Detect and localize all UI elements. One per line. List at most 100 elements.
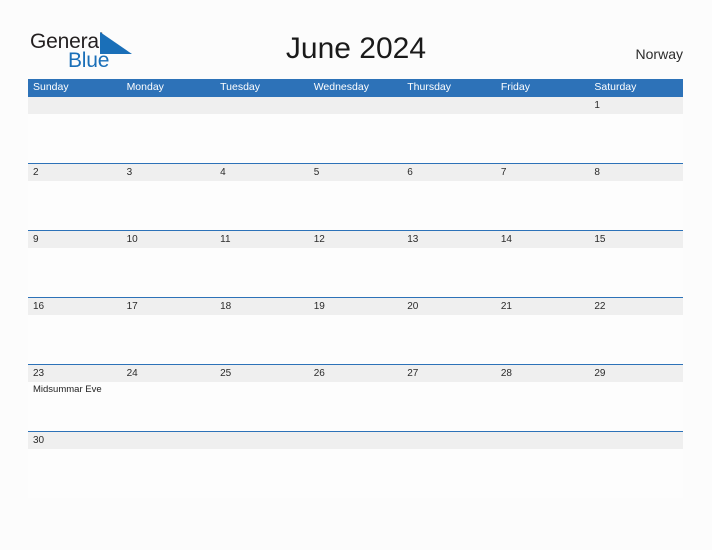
day-events[interactable] xyxy=(122,449,216,497)
day-number[interactable]: 4 xyxy=(215,164,309,181)
day-events[interactable] xyxy=(589,248,683,296)
day-number[interactable]: 7 xyxy=(496,164,590,181)
day-number[interactable]: 8 xyxy=(589,164,683,181)
day-events[interactable] xyxy=(589,449,683,497)
day-number[interactable]: 22 xyxy=(589,298,683,315)
day-events[interactable] xyxy=(309,181,403,229)
day-number[interactable]: 5 xyxy=(309,164,403,181)
day-events[interactable] xyxy=(402,382,496,430)
day-events[interactable] xyxy=(589,181,683,229)
day-number[interactable] xyxy=(215,97,309,114)
day-number[interactable]: 28 xyxy=(496,365,590,382)
day-events[interactable] xyxy=(496,449,590,497)
day-number[interactable]: 24 xyxy=(122,365,216,382)
day-events[interactable] xyxy=(122,382,216,430)
day-events[interactable] xyxy=(309,248,403,296)
calendar-week-row: 16 17 18 19 20 21 22 xyxy=(28,297,683,364)
day-number[interactable]: 12 xyxy=(309,231,403,248)
day-number[interactable] xyxy=(122,432,216,449)
day-events[interactable] xyxy=(215,449,309,497)
day-events[interactable] xyxy=(589,315,683,363)
day-events[interactable] xyxy=(402,315,496,363)
day-number[interactable] xyxy=(122,97,216,114)
week-event-strip xyxy=(28,114,683,162)
day-events[interactable] xyxy=(215,114,309,162)
calendar-week-row: 1 xyxy=(28,96,683,163)
day-events[interactable] xyxy=(309,382,403,430)
day-events[interactable] xyxy=(28,248,122,296)
day-events[interactable] xyxy=(215,248,309,296)
calendar-grid: Sunday Monday Tuesday Wednesday Thursday… xyxy=(28,79,683,498)
day-events[interactable] xyxy=(589,114,683,162)
day-number[interactable]: 26 xyxy=(309,365,403,382)
day-events[interactable] xyxy=(215,382,309,430)
day-events[interactable] xyxy=(215,315,309,363)
day-number[interactable] xyxy=(496,432,590,449)
day-number[interactable]: 9 xyxy=(28,231,122,248)
calendar-week-row: 9 10 11 12 13 14 15 xyxy=(28,230,683,297)
day-number[interactable] xyxy=(496,97,590,114)
day-number[interactable]: 17 xyxy=(122,298,216,315)
day-events[interactable] xyxy=(496,181,590,229)
day-number[interactable] xyxy=(402,97,496,114)
day-events[interactable] xyxy=(589,382,683,430)
week-event-strip xyxy=(28,181,683,229)
day-events[interactable] xyxy=(496,114,590,162)
day-events[interactable] xyxy=(122,248,216,296)
day-number[interactable]: 2 xyxy=(28,164,122,181)
day-events[interactable] xyxy=(28,181,122,229)
day-events[interactable]: Midsummar Eve xyxy=(28,382,122,430)
day-events[interactable] xyxy=(28,315,122,363)
page-header: General Blue June 2024 Norway xyxy=(0,0,712,79)
day-events[interactable] xyxy=(122,181,216,229)
day-events[interactable] xyxy=(28,449,122,497)
day-number[interactable] xyxy=(309,97,403,114)
day-number[interactable] xyxy=(309,432,403,449)
day-number[interactable]: 20 xyxy=(402,298,496,315)
day-number[interactable] xyxy=(215,432,309,449)
week-event-strip xyxy=(28,248,683,296)
page-title: June 2024 xyxy=(285,32,427,65)
calendar-week-row: 30 xyxy=(28,431,683,498)
day-number[interactable] xyxy=(28,97,122,114)
day-events[interactable] xyxy=(28,114,122,162)
week-day-number-strip: 16 17 18 19 20 21 22 xyxy=(28,298,683,315)
day-events[interactable] xyxy=(496,248,590,296)
week-day-number-strip: 1 xyxy=(28,97,683,114)
day-number[interactable]: 3 xyxy=(122,164,216,181)
day-events[interactable] xyxy=(309,449,403,497)
day-events[interactable] xyxy=(309,114,403,162)
day-number[interactable]: 27 xyxy=(402,365,496,382)
week-day-number-strip: 2 3 4 5 6 7 8 xyxy=(28,164,683,181)
day-number[interactable]: 13 xyxy=(402,231,496,248)
day-number[interactable]: 19 xyxy=(309,298,403,315)
day-events[interactable] xyxy=(496,315,590,363)
day-number[interactable]: 25 xyxy=(215,365,309,382)
calendar-week-row: 23 24 25 26 27 28 29 Midsummar Eve xyxy=(28,364,683,431)
day-number[interactable]: 10 xyxy=(122,231,216,248)
day-number[interactable]: 30 xyxy=(28,432,122,449)
day-events[interactable] xyxy=(122,114,216,162)
day-number[interactable]: 21 xyxy=(496,298,590,315)
day-number[interactable]: 14 xyxy=(496,231,590,248)
day-number[interactable]: 16 xyxy=(28,298,122,315)
day-events[interactable] xyxy=(309,315,403,363)
day-number[interactable]: 11 xyxy=(215,231,309,248)
day-events[interactable] xyxy=(402,248,496,296)
weekday-header-friday: Friday xyxy=(500,81,530,93)
day-number[interactable]: 15 xyxy=(589,231,683,248)
day-number[interactable]: 29 xyxy=(589,365,683,382)
day-events[interactable] xyxy=(402,449,496,497)
day-number[interactable] xyxy=(402,432,496,449)
day-number[interactable]: 23 xyxy=(28,365,122,382)
day-number[interactable]: 1 xyxy=(589,97,683,114)
day-number[interactable] xyxy=(589,432,683,449)
day-events[interactable] xyxy=(402,181,496,229)
day-number[interactable]: 6 xyxy=(402,164,496,181)
day-number[interactable]: 18 xyxy=(215,298,309,315)
day-events[interactable] xyxy=(496,382,590,430)
week-day-number-strip: 30 xyxy=(28,432,683,449)
day-events[interactable] xyxy=(215,181,309,229)
day-events[interactable] xyxy=(122,315,216,363)
day-events[interactable] xyxy=(402,114,496,162)
